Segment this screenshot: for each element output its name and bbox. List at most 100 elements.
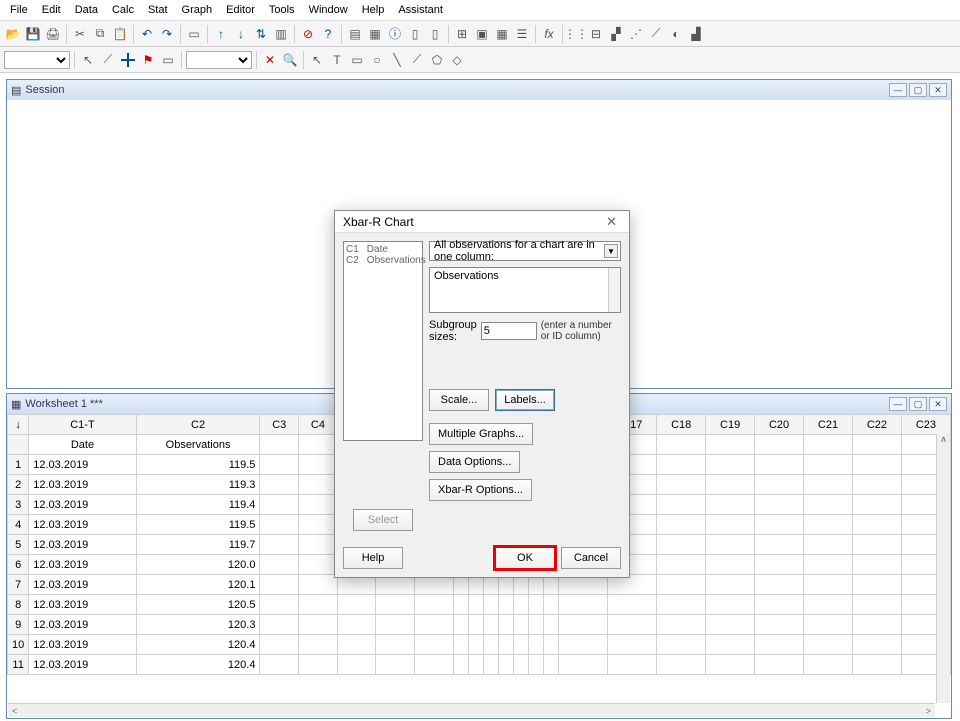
row-header[interactable]: 11 bbox=[8, 655, 29, 675]
cell-empty[interactable] bbox=[755, 615, 804, 635]
cell-empty[interactable] bbox=[299, 455, 338, 475]
down-icon[interactable]: ↓ bbox=[232, 25, 250, 43]
cell-obs[interactable]: 119.4 bbox=[136, 495, 260, 515]
cell-empty[interactable] bbox=[804, 555, 853, 575]
cell-empty[interactable] bbox=[657, 635, 706, 655]
cell-empty[interactable] bbox=[804, 615, 853, 635]
cell-empty[interactable] bbox=[804, 515, 853, 535]
row-header[interactable]: 8 bbox=[8, 595, 29, 615]
report-icon[interactable]: ▯ bbox=[426, 25, 444, 43]
row-header[interactable]: 9 bbox=[8, 615, 29, 635]
cell-empty[interactable] bbox=[706, 655, 755, 675]
print-icon[interactable]: 🖨 bbox=[44, 25, 62, 43]
help-button[interactable]: Help bbox=[343, 547, 403, 569]
menu-help[interactable]: Help bbox=[356, 2, 391, 18]
circle-tool-icon[interactable]: ○ bbox=[368, 51, 386, 69]
cell-empty[interactable] bbox=[804, 575, 853, 595]
cell-empty[interactable] bbox=[514, 655, 529, 675]
cell-empty[interactable] bbox=[453, 615, 468, 635]
row-header[interactable]: 1 bbox=[8, 455, 29, 475]
cell-obs[interactable]: 119.5 bbox=[136, 515, 260, 535]
cell-empty[interactable] bbox=[804, 475, 853, 495]
corner-cell[interactable]: ↓ bbox=[8, 415, 29, 435]
maximize-button[interactable]: ▢ bbox=[909, 397, 927, 411]
list-item[interactable]: C2Observations bbox=[346, 255, 420, 266]
cell-empty[interactable] bbox=[544, 595, 559, 615]
cell-empty[interactable] bbox=[706, 475, 755, 495]
cell-empty[interactable] bbox=[337, 615, 376, 635]
minimize-button[interactable]: — bbox=[889, 83, 907, 97]
cell-date[interactable]: 12.03.2019 bbox=[29, 515, 136, 535]
help-icon[interactable]: ? bbox=[319, 25, 337, 43]
col-header[interactable]: C22 bbox=[852, 415, 901, 435]
cell-empty[interactable] bbox=[804, 535, 853, 555]
line-tool-icon[interactable]: ╲ bbox=[388, 51, 406, 69]
cell-empty[interactable] bbox=[852, 475, 901, 495]
cell-empty[interactable] bbox=[299, 535, 338, 555]
cell-empty[interactable] bbox=[468, 595, 483, 615]
cell-date[interactable]: 12.03.2019 bbox=[29, 615, 136, 635]
menu-edit[interactable]: Edit bbox=[36, 2, 67, 18]
cell-empty[interactable] bbox=[706, 635, 755, 655]
cell-obs[interactable]: 120.4 bbox=[136, 655, 260, 675]
labels-button[interactable]: Labels... bbox=[495, 389, 555, 411]
cell-empty[interactable] bbox=[260, 555, 299, 575]
cell-empty[interactable] bbox=[483, 655, 498, 675]
cell-empty[interactable] bbox=[299, 655, 338, 675]
cell-empty[interactable] bbox=[376, 655, 415, 675]
cell-obs[interactable]: 119.3 bbox=[136, 475, 260, 495]
cell-date[interactable]: 12.03.2019 bbox=[29, 495, 136, 515]
menu-file[interactable]: File bbox=[4, 2, 34, 18]
cell-empty[interactable] bbox=[804, 455, 853, 475]
open-icon[interactable]: 📂 bbox=[4, 25, 22, 43]
new-icon[interactable]: ▭ bbox=[185, 25, 203, 43]
chart-icon[interactable]: ▥ bbox=[272, 25, 290, 43]
cell-empty[interactable] bbox=[299, 615, 338, 635]
scale-button[interactable]: Scale... bbox=[429, 389, 489, 411]
cell-empty[interactable] bbox=[514, 635, 529, 655]
cell-empty[interactable] bbox=[755, 475, 804, 495]
cell-empty[interactable] bbox=[529, 655, 544, 675]
col-header[interactable]: C4 bbox=[299, 415, 338, 435]
delete-icon[interactable]: ✕ bbox=[261, 51, 279, 69]
cell-empty[interactable] bbox=[657, 655, 706, 675]
cell-empty[interactable] bbox=[544, 615, 559, 635]
cell-empty[interactable] bbox=[657, 575, 706, 595]
row-header[interactable] bbox=[8, 435, 29, 455]
variable-list[interactable]: C1Date C2Observations bbox=[343, 241, 423, 441]
cell-empty[interactable] bbox=[852, 515, 901, 535]
cell-date[interactable]: 12.03.2019 bbox=[29, 475, 136, 495]
maximize-button[interactable]: ▢ bbox=[909, 83, 927, 97]
flag-icon[interactable]: ⚑ bbox=[139, 51, 157, 69]
multiple-graphs-button[interactable]: Multiple Graphs... bbox=[429, 423, 533, 445]
cell-empty[interactable] bbox=[852, 615, 901, 635]
cell-empty[interactable] bbox=[453, 655, 468, 675]
cell-empty[interactable] bbox=[755, 495, 804, 515]
cell-empty[interactable] bbox=[299, 515, 338, 535]
crosshair-icon[interactable] bbox=[119, 51, 137, 69]
close-button[interactable]: ✕ bbox=[929, 397, 947, 411]
cell-empty[interactable] bbox=[755, 455, 804, 475]
cell-empty[interactable] bbox=[299, 635, 338, 655]
cell-empty[interactable] bbox=[415, 595, 454, 615]
cascade-icon[interactable]: ▣ bbox=[473, 25, 491, 43]
cell-date[interactable]: 12.03.2019 bbox=[29, 575, 136, 595]
col-header[interactable]: C1-T bbox=[29, 415, 136, 435]
cut-icon[interactable]: ✂ bbox=[71, 25, 89, 43]
col-header[interactable]: C19 bbox=[706, 415, 755, 435]
cell-empty[interactable] bbox=[260, 575, 299, 595]
cell-empty[interactable] bbox=[657, 555, 706, 575]
data-options-button[interactable]: Data Options... bbox=[429, 451, 520, 473]
col-header[interactable]: C21 bbox=[804, 415, 853, 435]
stop-icon[interactable]: ⊘ bbox=[299, 25, 317, 43]
cell-empty[interactable] bbox=[514, 615, 529, 635]
cell-empty[interactable] bbox=[415, 615, 454, 635]
menu-data[interactable]: Data bbox=[69, 2, 104, 18]
save-icon[interactable]: 💾 bbox=[24, 25, 42, 43]
cell-empty[interactable] bbox=[559, 655, 608, 675]
menu-graph[interactable]: Graph bbox=[176, 2, 219, 18]
cell-obs[interactable]: 120.5 bbox=[136, 595, 260, 615]
row-header[interactable]: 6 bbox=[8, 555, 29, 575]
undo-icon[interactable]: ↶ bbox=[138, 25, 156, 43]
cell-empty[interactable] bbox=[852, 555, 901, 575]
